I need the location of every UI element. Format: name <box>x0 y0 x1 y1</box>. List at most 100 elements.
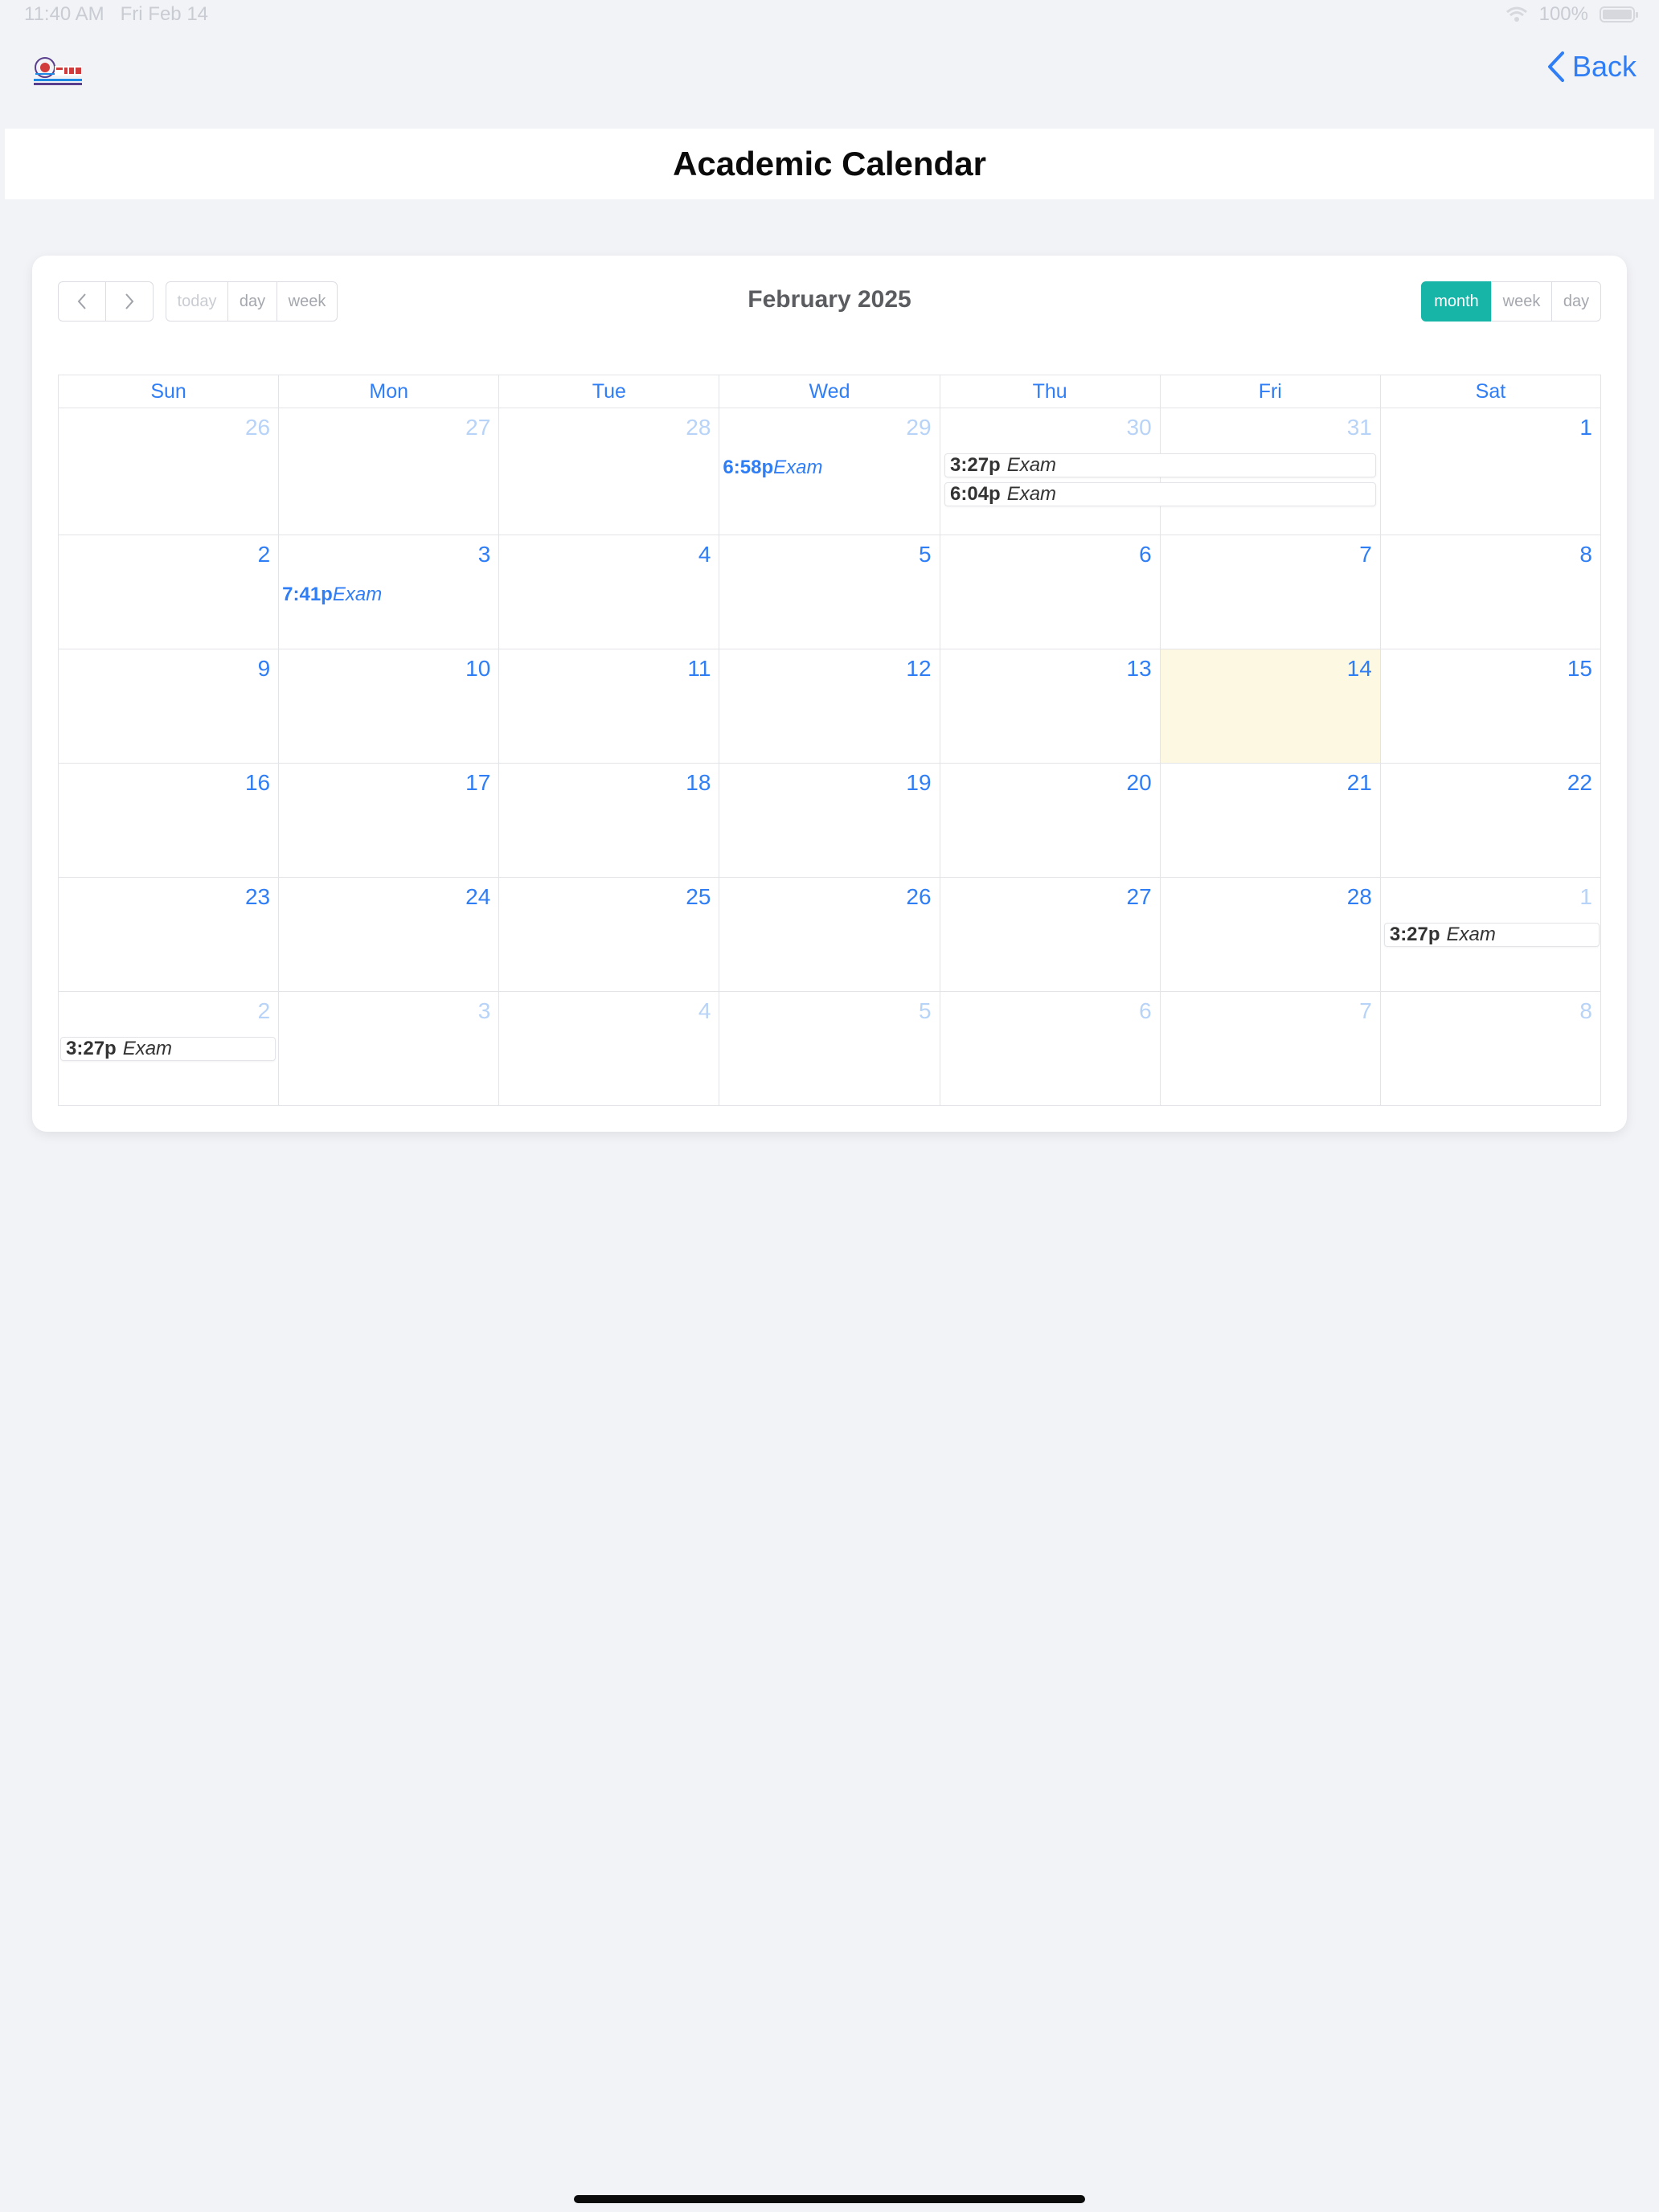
status-time: 11:40 AM <box>24 3 104 25</box>
calendar-event[interactable]: 3:27p Exam <box>944 453 1376 477</box>
day-cell[interactable]: 29 6:58pExam <box>719 408 939 535</box>
day-number[interactable]: 11 <box>687 656 711 682</box>
day-cell[interactable]: 2 3:27p Exam <box>59 992 278 1105</box>
day-number[interactable]: 31 <box>1347 415 1372 440</box>
day-number[interactable]: 7 <box>1359 998 1372 1024</box>
day-number[interactable]: 28 <box>1347 884 1372 910</box>
day-number[interactable]: 2 <box>258 542 271 567</box>
day-number[interactable]: 5 <box>919 998 932 1024</box>
day-cell[interactable]: 1 <box>1379 408 1600 535</box>
day-number[interactable]: 26 <box>245 415 270 440</box>
day-cell[interactable]: 26 <box>59 408 278 535</box>
day-cell[interactable]: 4 <box>498 535 719 649</box>
day-cell[interactable]: 5 <box>719 992 939 1105</box>
day-number[interactable]: 23 <box>245 884 270 910</box>
calendar-event[interactable]: 3:27p Exam <box>60 1037 276 1061</box>
day-cell[interactable]: 16 <box>59 764 278 877</box>
day-number[interactable]: 16 <box>245 770 270 796</box>
day-cell[interactable]: 3 <box>278 992 498 1105</box>
day-number[interactable]: 17 <box>465 770 490 796</box>
day-cell[interactable]: 11 <box>498 649 719 763</box>
day-cell[interactable]: 26 <box>719 878 939 991</box>
day-number[interactable]: 22 <box>1567 770 1592 796</box>
day-number[interactable]: 10 <box>465 656 490 682</box>
day-cell[interactable]: 20 <box>939 764 1160 877</box>
month-view-button[interactable]: month <box>1421 281 1492 322</box>
day-cell[interactable]: 10 <box>278 649 498 763</box>
day-cell[interactable]: 4 <box>498 992 719 1105</box>
day-number[interactable]: 19 <box>906 770 931 796</box>
day-cell[interactable]: 15 <box>1379 649 1600 763</box>
day-cell[interactable]: 6 <box>939 992 1160 1105</box>
day-number[interactable]: 20 <box>1127 770 1152 796</box>
day-cell[interactable]: 22 <box>1379 764 1600 877</box>
day-number[interactable]: 25 <box>686 884 711 910</box>
day-number[interactable]: 4 <box>698 542 711 567</box>
day-cell[interactable]: 8 <box>1379 992 1600 1105</box>
day-cell[interactable]: 28 <box>498 408 719 535</box>
home-indicator[interactable] <box>574 2195 1085 2203</box>
battery-percent: 100% <box>1538 3 1588 25</box>
day-number[interactable]: 4 <box>698 998 711 1024</box>
day-number[interactable]: 24 <box>465 884 490 910</box>
calendar-event[interactable]: 6:04p Exam <box>944 482 1376 506</box>
day-cell[interactable]: 1 3:27p Exam <box>1379 878 1600 991</box>
calendar-event[interactable]: 7:41pExam <box>282 584 382 606</box>
day-number[interactable]: 6 <box>1139 542 1152 567</box>
event-title: Exam <box>122 1038 173 1059</box>
day-cell[interactable]: 23 <box>59 878 278 991</box>
day-cell[interactable]: 28 <box>1159 878 1380 991</box>
day-view-button[interactable]: day <box>1551 281 1601 322</box>
week-view-button[interactable]: week <box>1491 281 1552 322</box>
day-number[interactable]: 29 <box>906 415 931 440</box>
day-number[interactable]: 27 <box>465 415 490 440</box>
day-cell[interactable]: 7 <box>1159 992 1380 1105</box>
day-cell[interactable]: 6 <box>939 535 1160 649</box>
day-number[interactable]: 9 <box>258 656 271 682</box>
weekday-header: Sun Mon Tue Wed Thu Fri Sat <box>58 375 1601 408</box>
calendar-event[interactable]: 3:27p Exam <box>1383 923 1600 947</box>
day-cell[interactable]: 2 <box>59 535 278 649</box>
weekday-label: Tue <box>498 375 719 408</box>
day-cell[interactable]: 9 <box>59 649 278 763</box>
day-number[interactable]: 14 <box>1347 656 1372 682</box>
today-cell[interactable]: 14 <box>1159 649 1380 763</box>
day-number[interactable]: 8 <box>1579 542 1592 567</box>
day-number[interactable]: 13 <box>1127 656 1152 682</box>
day-cell[interactable]: 3 7:41pExam <box>278 535 498 649</box>
day-number[interactable]: 18 <box>686 770 711 796</box>
day-cell[interactable]: 21 <box>1159 764 1380 877</box>
day-number[interactable]: 21 <box>1347 770 1372 796</box>
day-number[interactable]: 28 <box>686 415 711 440</box>
day-number[interactable]: 3 <box>478 998 491 1024</box>
day-number[interactable]: 1 <box>1579 884 1592 910</box>
day-number[interactable]: 3 <box>478 542 491 567</box>
day-number[interactable]: 2 <box>258 998 271 1024</box>
day-number[interactable]: 15 <box>1567 656 1592 682</box>
day-number[interactable]: 26 <box>906 884 931 910</box>
day-number[interactable]: 1 <box>1579 415 1592 440</box>
day-cell[interactable]: 7 <box>1159 535 1380 649</box>
calendar-toolbar: today day week February 2025 month week … <box>58 281 1601 323</box>
day-number[interactable]: 12 <box>906 656 931 682</box>
day-cell[interactable]: 25 <box>498 878 719 991</box>
day-cell[interactable]: 19 <box>719 764 939 877</box>
day-number[interactable]: 8 <box>1579 998 1592 1024</box>
day-cell[interactable]: 5 <box>719 535 939 649</box>
back-button[interactable]: Back <box>1546 50 1636 84</box>
day-cell[interactable]: 18 <box>498 764 719 877</box>
day-number[interactable]: 5 <box>919 542 932 567</box>
day-cell[interactable]: 12 <box>719 649 939 763</box>
calendar-event[interactable]: 6:58pExam <box>723 457 822 479</box>
event-title: Exam <box>1006 454 1057 476</box>
day-number[interactable]: 7 <box>1359 542 1372 567</box>
day-number[interactable]: 30 <box>1127 415 1152 440</box>
day-number[interactable]: 27 <box>1127 884 1152 910</box>
day-cell[interactable]: 27 <box>278 408 498 535</box>
day-cell[interactable]: 27 <box>939 878 1160 991</box>
day-cell[interactable]: 8 <box>1379 535 1600 649</box>
day-cell[interactable]: 24 <box>278 878 498 991</box>
day-number[interactable]: 6 <box>1139 998 1152 1024</box>
day-cell[interactable]: 17 <box>278 764 498 877</box>
day-cell[interactable]: 13 <box>939 649 1160 763</box>
